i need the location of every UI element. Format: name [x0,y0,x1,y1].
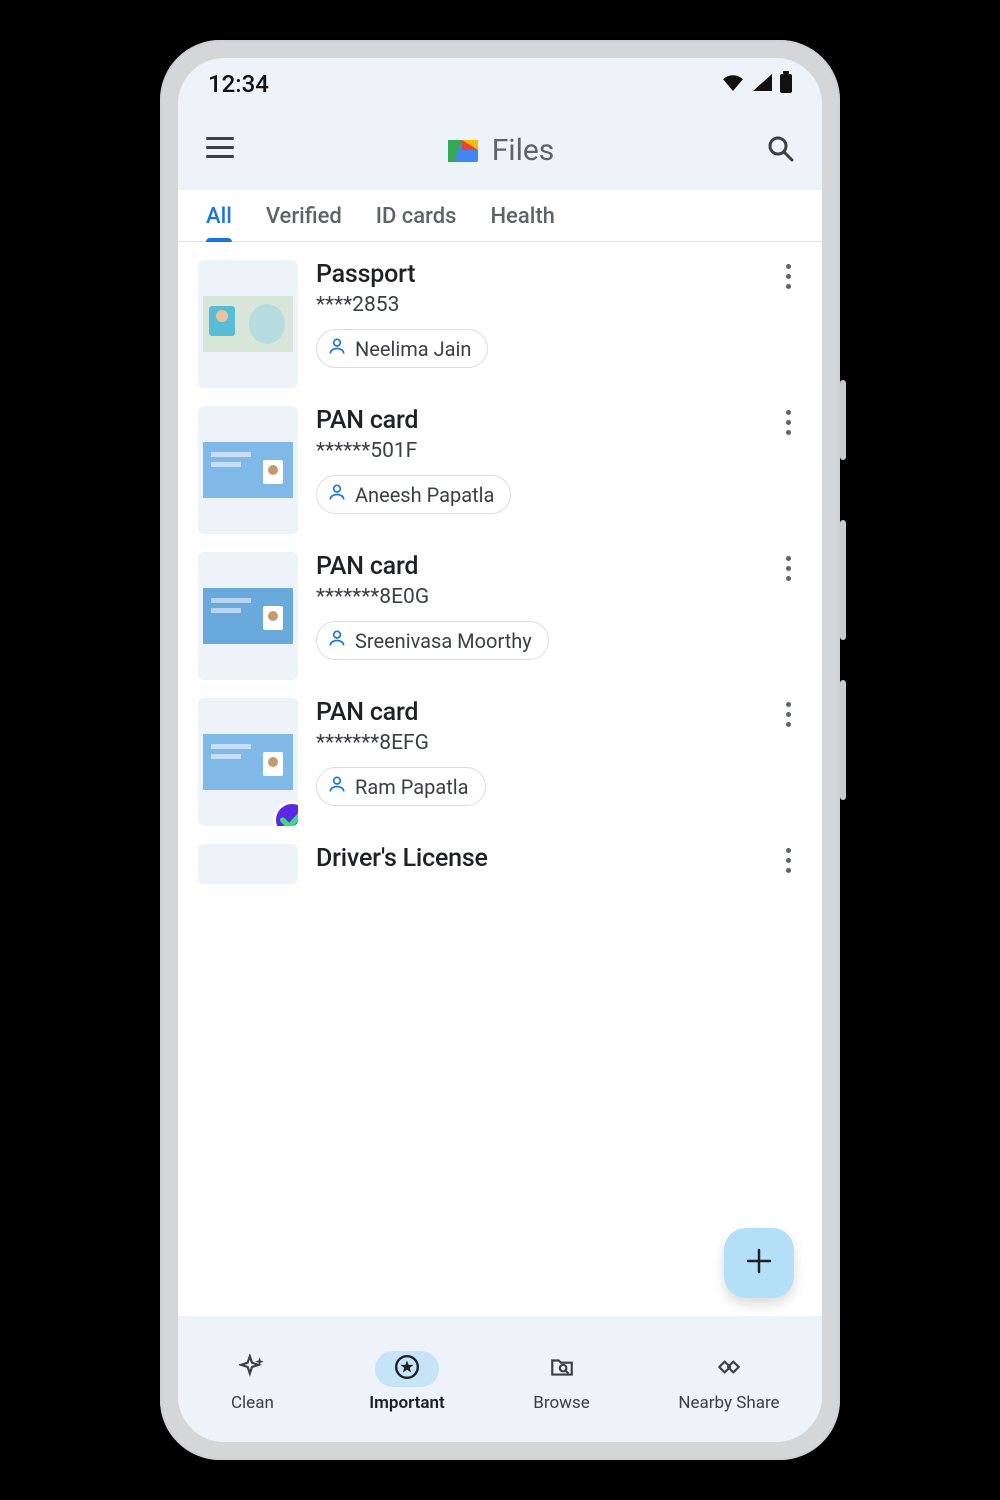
status-bar: 12:34 [178,58,822,110]
owner-name: Neelima Jain [355,337,471,361]
tab-all[interactable]: All [206,204,232,241]
side-button [840,380,846,460]
filter-tabs: All Verified ID cards Health [178,190,822,242]
status-time: 12:34 [208,70,269,98]
search-button[interactable] [760,130,800,170]
nav-label: Clean [231,1393,274,1413]
hamburger-icon [206,137,234,163]
search-icon [766,134,794,166]
doc-thumbnail [198,844,298,884]
list-item[interactable]: PAN card ******501F Aneesh Papatla [178,388,822,534]
phone-frame: 12:34 [160,40,840,1460]
nav-browse[interactable]: Browse [530,1351,594,1413]
add-button[interactable] [724,1228,794,1298]
app-title: Files [492,133,555,168]
verified-badge-icon [276,804,298,826]
owner-name: Aneesh Papatla [355,483,494,507]
owner-chip[interactable]: Aneesh Papatla [316,475,511,514]
more-vert-icon [786,410,791,534]
side-button [840,520,846,640]
more-vert-icon [786,556,791,680]
more-vert-icon [786,264,791,388]
list-item[interactable]: Driver's License [178,826,822,884]
list-item[interactable]: PAN card *******8E0G Sreenivasa Moorthy [178,534,822,680]
doc-title: PAN card [316,552,756,581]
nav-label: Important [369,1393,444,1413]
person-icon [327,774,347,799]
wifi-icon [722,73,744,95]
files-logo-icon [446,136,480,164]
tab-verified[interactable]: Verified [266,204,342,241]
nav-nearby-share[interactable]: Nearby Share [678,1351,779,1413]
doc-thumbnail [198,698,298,826]
app-bar: Files [178,110,822,190]
person-icon [327,628,347,653]
more-button[interactable] [774,844,802,884]
more-vert-icon [786,702,791,826]
nav-label: Nearby Share [678,1393,779,1413]
person-icon [327,482,347,507]
doc-number: *******8E0G [316,585,756,609]
more-button[interactable] [774,698,802,826]
plus-icon [745,1247,773,1279]
more-vert-icon [786,848,791,884]
battery-icon [780,71,792,97]
owner-chip[interactable]: Ram Papatla [316,767,486,806]
doc-number: ******501F [316,439,756,463]
doc-thumbnail [198,406,298,534]
folder-search-icon [549,1354,575,1385]
list-item[interactable]: PAN card *******8EFG Ram Papatla [178,680,822,826]
doc-title: Driver's License [316,844,756,873]
doc-thumbnail [198,260,298,388]
doc-number: ****2853 [316,293,756,317]
tab-id-cards[interactable]: ID cards [376,204,457,241]
more-button[interactable] [774,552,802,680]
doc-title: PAN card [316,698,756,727]
doc-thumbnail [198,552,298,680]
document-list[interactable]: Passport ****2853 Neelima Jain [178,242,822,1316]
doc-number: *******8EFG [316,731,756,755]
nav-clean[interactable]: Clean [220,1351,284,1413]
doc-title: Passport [316,260,756,289]
menu-button[interactable] [200,130,240,170]
cellular-icon [752,73,772,95]
more-button[interactable] [774,406,802,534]
owner-name: Sreenivasa Moorthy [355,629,532,653]
bottom-nav: Clean Important Browse Nearby Share [178,1316,822,1442]
nearby-share-icon [716,1354,742,1385]
list-item[interactable]: Passport ****2853 Neelima Jain [178,242,822,388]
doc-title: PAN card [316,406,756,435]
owner-name: Ram Papatla [355,775,469,799]
sparkle-icon [239,1354,265,1385]
person-icon [327,336,347,361]
nav-important[interactable]: Important [369,1351,444,1413]
star-circle-icon [394,1354,420,1385]
side-button [840,680,846,800]
owner-chip[interactable]: Sreenivasa Moorthy [316,621,549,660]
owner-chip[interactable]: Neelima Jain [316,329,488,368]
nav-label: Browse [533,1393,589,1413]
more-button[interactable] [774,260,802,388]
tab-health[interactable]: Health [490,204,554,241]
